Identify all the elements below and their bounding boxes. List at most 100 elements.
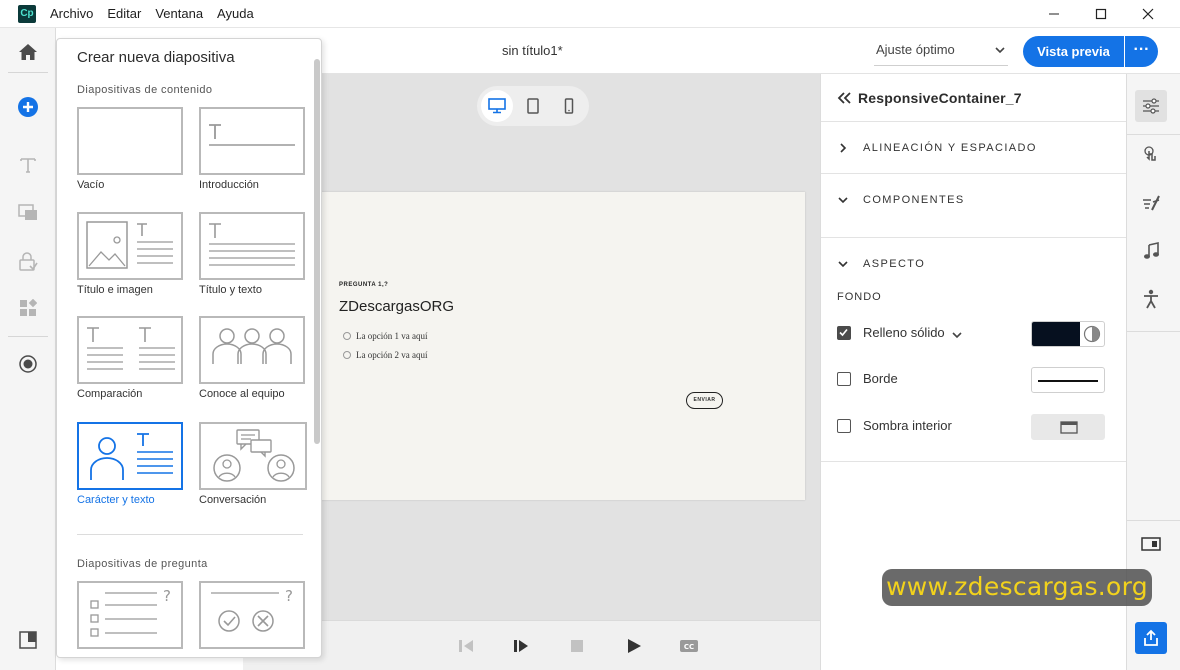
rail-divider xyxy=(8,336,48,337)
slide-template-question-true-false[interactable]: ? xyxy=(199,581,305,649)
accessibility-tab[interactable] xyxy=(1135,283,1167,315)
widgets-button[interactable] xyxy=(14,294,42,322)
radio-button[interactable] xyxy=(343,332,351,340)
play-button[interactable] xyxy=(623,635,645,657)
zoom-select[interactable]: Ajuste óptimo xyxy=(874,38,1008,66)
fill-color-preview xyxy=(1032,322,1080,346)
menu-archivo[interactable]: Archivo xyxy=(50,6,93,21)
slide-preview[interactable]: PREGUNTA 1,? ZDescargasORG La opción 1 v… xyxy=(303,192,805,500)
desktop-icon xyxy=(488,98,506,114)
minimize-button[interactable] xyxy=(1031,0,1077,28)
slide-template-question-checklist[interactable]: ? xyxy=(77,581,183,649)
border-label: Borde xyxy=(863,371,898,386)
answer-option[interactable]: La opción 1 va aquí xyxy=(343,331,427,341)
home-icon xyxy=(19,44,37,60)
desktop-view-button[interactable] xyxy=(481,90,513,122)
section-label: COMPONENTES xyxy=(863,194,965,206)
slide-template-title-text[interactable]: Título y texto xyxy=(199,212,305,296)
left-rail xyxy=(0,28,56,670)
intro-layout-icon xyxy=(209,124,295,146)
previous-button[interactable] xyxy=(455,635,477,657)
template-label: Título e imagen xyxy=(77,284,153,296)
comparison-layout-icon xyxy=(87,327,175,370)
stop-button[interactable] xyxy=(566,635,588,657)
device-switcher xyxy=(477,86,589,126)
more-options-button[interactable]: ··· xyxy=(1125,36,1158,67)
template-label: Carácter y texto xyxy=(77,494,155,506)
closed-captions-button[interactable]: CC xyxy=(678,635,700,657)
play-pause-button[interactable] xyxy=(510,635,532,657)
share-icon xyxy=(1144,629,1158,646)
template-label: Título y texto xyxy=(199,284,262,296)
panel-toggle-button[interactable] xyxy=(14,626,42,654)
border-line-preview xyxy=(1038,380,1098,382)
checklist-question-icon: ? xyxy=(90,587,171,637)
create-slide-panel: Crear nueva diapositiva Diapositivas de … xyxy=(56,38,322,658)
interactions-rail-button[interactable] xyxy=(14,248,42,276)
menu-ayuda[interactable]: Ayuda xyxy=(217,6,254,21)
slide-template-comparison[interactable]: Comparación xyxy=(77,316,183,400)
solid-fill-checkbox[interactable] xyxy=(837,326,851,340)
fill-color-swatch[interactable] xyxy=(1031,321,1105,347)
chevron-down-icon[interactable] xyxy=(951,329,963,341)
phone-view-button[interactable] xyxy=(553,90,585,122)
maximize-button[interactable] xyxy=(1078,0,1124,28)
panel-scrollbar[interactable] xyxy=(314,59,320,444)
interactions-icon xyxy=(1144,146,1156,161)
section-alignment[interactable]: ALINEACIÓN Y ESPACIADO xyxy=(821,122,1127,174)
team-layout-icon xyxy=(212,328,292,364)
add-slide-button[interactable] xyxy=(14,93,42,121)
interactions-tab[interactable] xyxy=(1135,139,1167,171)
close-icon xyxy=(1142,8,1154,20)
section-label: ALINEACIÓN Y ESPACIADO xyxy=(863,142,1037,154)
radio-button[interactable] xyxy=(343,351,351,359)
audio-tab[interactable] xyxy=(1135,235,1167,267)
chevron-down-icon[interactable] xyxy=(837,258,849,270)
home-button[interactable] xyxy=(14,38,42,66)
border-style-swatch[interactable] xyxy=(1031,367,1105,393)
template-label: Conversación xyxy=(199,494,267,506)
inner-shadow-checkbox[interactable] xyxy=(837,419,851,433)
svg-text:CC: CC xyxy=(684,643,694,651)
slide-template-conversation[interactable]: Conversación xyxy=(199,422,307,506)
slide-template-team[interactable]: Conoce al equipo xyxy=(199,316,305,400)
close-window-button[interactable] xyxy=(1125,0,1171,28)
watermark: www.zdescargas.org xyxy=(882,569,1152,606)
panel-title: Crear nueva diapositiva xyxy=(77,49,235,66)
preview-button[interactable]: Vista previa xyxy=(1023,36,1124,67)
media-button[interactable] xyxy=(14,198,42,226)
share-button[interactable] xyxy=(1135,622,1167,654)
slide-template-intro[interactable]: Introducción xyxy=(199,107,305,191)
slide-template-blank[interactable]: Vacío xyxy=(77,107,183,191)
text-button[interactable] xyxy=(14,151,42,179)
template-thumbnail xyxy=(199,107,305,175)
add-slide-icon xyxy=(18,97,38,117)
border-checkbox[interactable] xyxy=(837,372,851,386)
answer-option[interactable]: La opción 2 va aquí xyxy=(343,350,427,360)
slide-template-character-text[interactable]: Carácter y texto xyxy=(77,422,183,506)
image-text-layout-icon xyxy=(86,221,173,269)
rail-divider xyxy=(8,72,48,73)
submit-button[interactable]: ENVIAR xyxy=(686,392,723,409)
double-chevron-left-icon[interactable] xyxy=(837,92,851,104)
section-components[interactable]: COMPONENTES xyxy=(821,174,1127,238)
tablet-view-button[interactable] xyxy=(517,90,549,122)
phone-icon xyxy=(564,98,574,114)
timeline-tab[interactable] xyxy=(1135,528,1167,560)
animations-tab[interactable] xyxy=(1135,187,1167,219)
text-icon xyxy=(20,158,36,173)
record-button[interactable] xyxy=(14,350,42,378)
inner-shadow-swatch[interactable] xyxy=(1031,414,1105,440)
svg-text:?: ? xyxy=(163,587,171,605)
menu-ventana[interactable]: Ventana xyxy=(155,6,203,21)
document-header: sin título1* Ajuste óptimo Vista previa … xyxy=(322,28,1180,74)
rail-divider xyxy=(1127,520,1180,521)
question-title[interactable]: ZDescargasORG xyxy=(339,298,454,315)
menu-bar: Archivo Editar Ventana Ayuda xyxy=(50,6,254,21)
rail-divider xyxy=(1127,331,1180,332)
properties-tab[interactable] xyxy=(1135,90,1167,122)
slide-template-title-image[interactable]: Título e imagen xyxy=(77,212,183,296)
properties-header: ResponsiveContainer_7 xyxy=(821,74,1127,122)
menu-editar[interactable]: Editar xyxy=(107,6,141,21)
maximize-icon xyxy=(1095,8,1107,20)
